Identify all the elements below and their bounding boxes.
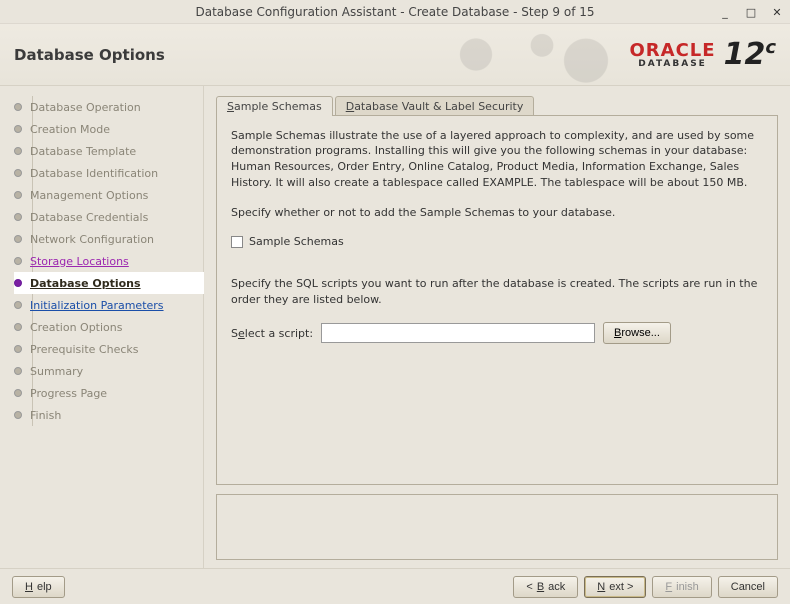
script-select-row: Select a script: Browse...	[231, 322, 763, 344]
step-network-configuration: Network Configuration	[14, 228, 203, 250]
step-database-credentials: Database Credentials	[14, 206, 203, 228]
logo-sub: DATABASE	[638, 59, 707, 69]
script-select-label: Select a script:	[231, 327, 313, 340]
step-dot-icon	[14, 323, 22, 331]
step-dot-icon	[14, 125, 22, 133]
step-dot-icon	[14, 103, 22, 111]
step-initialization-parameters[interactable]: Initialization Parameters	[14, 294, 203, 316]
wizard-steps-sidebar: Database Operation Creation Mode Databas…	[0, 86, 204, 568]
sample-schemas-checkbox-row: Sample Schemas	[231, 235, 763, 248]
step-summary: Summary	[14, 360, 203, 382]
step-dot-icon	[14, 235, 22, 243]
window-title: Database Configuration Assistant - Creat…	[195, 5, 594, 19]
scripts-help-text: Specify the SQL scripts you want to run …	[231, 276, 763, 308]
sample-schemas-specify: Specify whether or not to add the Sample…	[231, 205, 763, 221]
tab-database-vault[interactable]: Database Vault & Label Security	[335, 96, 535, 116]
step-dot-icon	[14, 411, 22, 419]
scripts-list-box	[216, 494, 778, 561]
window-controls: _ □ ✕	[718, 0, 784, 24]
step-database-operation: Database Operation	[14, 96, 203, 118]
browse-button[interactable]: Browse...	[603, 322, 671, 344]
step-creation-mode: Creation Mode	[14, 118, 203, 140]
step-prerequisite-checks: Prerequisite Checks	[14, 338, 203, 360]
logo-brand: ORACLE	[630, 40, 716, 61]
step-database-identification: Database Identification	[14, 162, 203, 184]
tab-panel-sample-schemas: Sample Schemas illustrate the use of a l…	[216, 115, 778, 485]
header: Database Options ORACLE DATABASE 12c	[0, 24, 790, 86]
step-dot-icon	[14, 345, 22, 353]
tab-sample-schemas[interactable]: Sample Schemas	[216, 96, 333, 116]
sample-schemas-checkbox-label: Sample Schemas	[249, 235, 344, 248]
logo-version: 12c	[724, 37, 776, 72]
finish-button: Finish	[652, 576, 711, 598]
step-storage-locations[interactable]: Storage Locations	[14, 250, 203, 272]
step-database-template: Database Template	[14, 140, 203, 162]
step-dot-icon	[14, 257, 22, 265]
step-dot-icon	[14, 213, 22, 221]
step-management-options: Management Options	[14, 184, 203, 206]
tab-row: Sample Schemas Database Vault & Label Se…	[216, 94, 778, 116]
oracle-logo: ORACLE DATABASE 12c	[630, 37, 777, 72]
step-dot-icon	[14, 301, 22, 309]
back-button[interactable]: < Back	[513, 576, 578, 598]
step-database-options[interactable]: Database Options	[14, 272, 204, 294]
script-path-input[interactable]	[321, 323, 595, 343]
close-icon[interactable]: ✕	[770, 5, 784, 19]
step-dot-icon	[14, 169, 22, 177]
step-dot-icon	[14, 279, 22, 287]
step-dot-icon	[14, 367, 22, 375]
maximize-icon[interactable]: □	[744, 5, 758, 19]
step-creation-options: Creation Options	[14, 316, 203, 338]
header-decoration	[410, 24, 630, 85]
step-finish: Finish	[14, 404, 203, 426]
next-button[interactable]: Next >	[584, 576, 646, 598]
sample-schemas-description: Sample Schemas illustrate the use of a l…	[231, 128, 763, 192]
step-dot-icon	[14, 191, 22, 199]
titlebar: Database Configuration Assistant - Creat…	[0, 0, 790, 24]
cancel-button[interactable]: Cancel	[718, 576, 778, 598]
main-panel: Sample Schemas Database Vault & Label Se…	[204, 86, 790, 568]
footer: Help < Back Next > Finish Cancel	[0, 568, 790, 604]
step-dot-icon	[14, 147, 22, 155]
help-button[interactable]: Help	[12, 576, 65, 598]
step-dot-icon	[14, 389, 22, 397]
minimize-icon[interactable]: _	[718, 5, 732, 19]
sample-schemas-checkbox[interactable]	[231, 236, 243, 248]
page-title: Database Options	[14, 46, 165, 64]
step-progress-page: Progress Page	[14, 382, 203, 404]
